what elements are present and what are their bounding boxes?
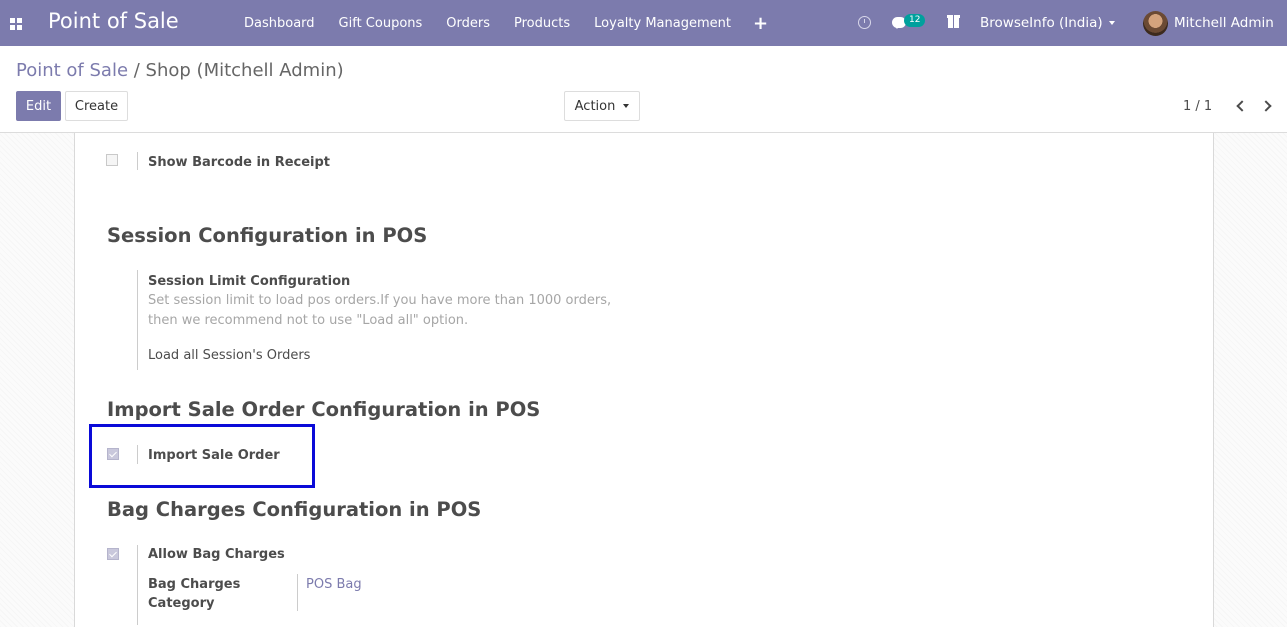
divider [137,545,138,625]
menu-item-dashboard[interactable]: Dashboard [232,16,327,31]
company-switcher[interactable]: BrowseInfo (India) [980,15,1115,31]
divider [137,152,138,170]
bag-charges-heading: Bag Charges Configuration in POS [107,498,482,521]
divider [137,270,138,370]
bag-category-label-line2: Category [148,596,215,611]
action-label: Action [574,98,616,114]
pager-value: 1 / 1 [1183,99,1213,114]
menu-item-orders[interactable]: Orders [434,16,502,31]
show-barcode-label: Show Barcode in Receipt [148,155,331,170]
pager-next-icon[interactable] [1260,99,1273,113]
divider [297,574,298,611]
bag-category-label: Bag Charges [148,577,241,592]
apps-menu-icon[interactable] [10,18,22,30]
highlight-box [89,424,315,488]
breadcrumb: Point of Sale / Shop (Mitchell Admin) [16,60,344,81]
show-barcode-checkbox[interactable] [106,154,118,166]
activity-clock-icon[interactable] [858,16,871,29]
bag-category-value[interactable]: POS Bag [306,577,362,592]
pager-previous-icon[interactable] [1235,99,1248,113]
main-menu: Dashboard Gift Coupons Orders Products L… [232,0,778,46]
caret-down-icon [1108,21,1115,25]
messages-badge: 12 [904,14,926,27]
top-navbar: Point of Sale Dashboard Gift Coupons Ord… [0,0,1287,46]
app-brand[interactable]: Point of Sale [48,9,179,33]
menu-item-loyalty-management[interactable]: Loyalty Management [582,16,743,31]
create-button[interactable]: Create [65,91,128,121]
breadcrumb-current: Shop (Mitchell Admin) [145,60,344,81]
menu-item-products[interactable]: Products [502,16,582,31]
session-config-heading: Session Configuration in POS [107,224,428,247]
breadcrumb-parent[interactable]: Point of Sale [16,60,128,81]
allow-bag-charges-label: Allow Bag Charges [148,547,285,562]
gift-icon[interactable] [947,15,960,28]
menu-item-gift-coupons[interactable]: Gift Coupons [327,16,435,31]
session-limit-value[interactable]: Load all Session's Orders [148,348,310,363]
allow-bag-charges-checkbox[interactable] [107,548,119,560]
company-name: BrowseInfo (India) [980,15,1103,31]
edit-button[interactable]: Edit [16,91,61,121]
breadcrumb-separator: / [128,60,146,81]
import-config-heading: Import Sale Order Configuration in POS [107,398,541,421]
session-limit-label: Session Limit Configuration [148,274,351,289]
user-menu[interactable]: Mitchell Admin [1174,15,1274,31]
action-dropdown[interactable]: Action [564,91,640,121]
plus-icon[interactable]: + [743,13,778,34]
caret-down-icon [623,104,630,108]
user-avatar[interactable] [1143,11,1168,36]
session-limit-help: Set session limit to load pos orders.If … [148,293,612,328]
